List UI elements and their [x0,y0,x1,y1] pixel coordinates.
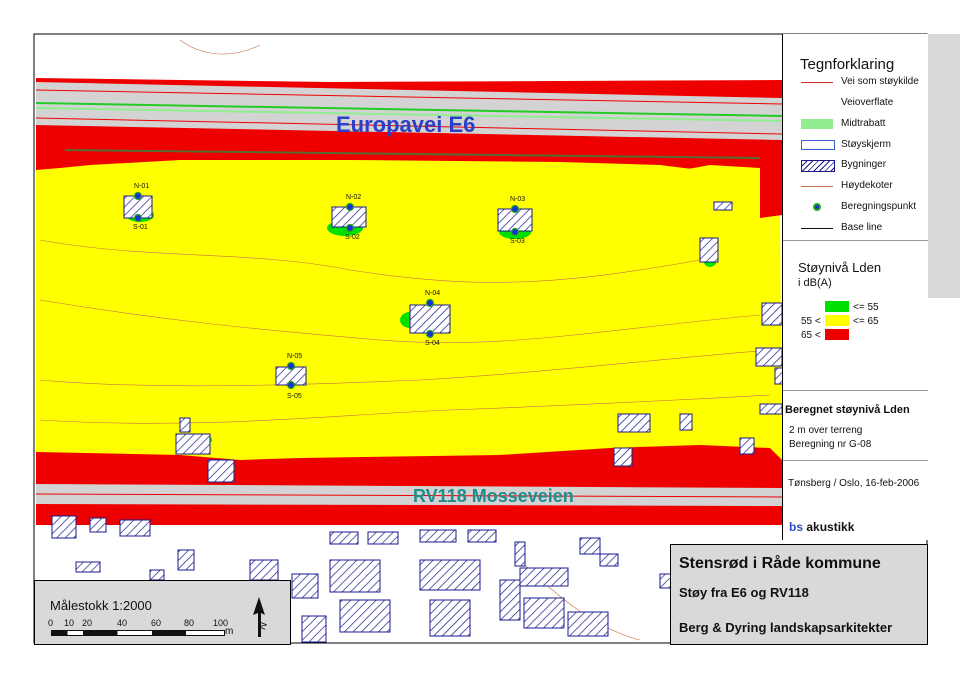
scale-unit: m [225,626,234,637]
calc-title: Beregnet støynivå Lden [785,404,910,416]
firm-logo: bs akustikk [789,520,855,534]
swatch-red [825,329,849,340]
legend-item: Bygninger [801,157,931,173]
legend-item: Midtrabatt [801,116,931,132]
point-label: N-02 [346,194,362,201]
north-arrow-icon: N [253,597,270,637]
scale-tick: 60 [151,618,162,628]
point-label: S-01 [133,224,148,231]
point-label: S-04 [425,340,440,347]
title-box: Stensrød i Råde kommune Støy fra E6 og R… [670,544,928,645]
class-label: <= 55 [853,302,879,313]
place-date: Tønsberg / Oslo, 16-feb-2006 [788,478,920,489]
point-label: S-02 [345,234,360,241]
divider [783,390,928,391]
legend-panel: Tegnforklaring Vei som støykilde Veiover… [782,34,928,540]
rv118-road-label: RV118 Mosseveien [413,486,574,506]
scale-tick: 80 [184,618,195,628]
legend-item: Støyskjerm [801,137,931,153]
legend-item: Vei som støykilde [801,74,931,90]
scale-title: Målestokk 1:2000 [50,598,152,613]
divider [783,460,928,461]
blue-outline-icon [801,140,835,150]
legend-item: Høydekoter [801,178,931,194]
project-subtitle: Støy fra E6 og RV118 [679,585,809,600]
e6-road-label: Europavei E6 [336,112,476,137]
project-title: Stensrød i Råde kommune [679,555,881,572]
scale-tick: 10 [64,618,75,628]
black-line-icon [801,228,833,229]
noise-legend-unit: i dB(A) [798,277,832,289]
calc-number: Beregning nr G-08 [789,439,872,450]
class-label: 65 < [801,330,821,341]
blue-dot-icon [813,203,821,211]
legend-item: Beregningspunkt [801,199,931,215]
green-bar-icon [801,119,833,129]
swatch-yellow [825,315,849,326]
scale-tick: 20 [82,618,93,628]
point-label: S-03 [510,238,525,245]
legend-item: Veioverflate [841,97,894,108]
class-label: 55 < [801,316,821,327]
scale-tick: 40 [117,618,128,628]
noise-legend-title: Støynivå Lden [798,260,882,275]
legend-title: Tegnforklaring [800,56,895,73]
scale-tick: 0 [48,618,54,628]
project-firm: Berg & Dyring landskapsarkitekter [679,620,893,635]
calc-height: 2 m over terreng [789,425,863,436]
point-label: N-03 [510,196,526,203]
divider [783,240,928,241]
red-line-icon [801,82,833,83]
point-label: N-04 [425,290,441,297]
legend-item: Base line [801,220,931,236]
class-label: <= 65 [853,316,879,327]
orange-line-icon [801,186,833,187]
point-label: N-01 [134,183,150,190]
swatch-green [825,301,849,312]
point-label: N-05 [287,353,303,360]
point-label: S-05 [287,393,302,400]
grey-side-strip [927,34,960,298]
scale-bar [51,630,225,636]
hatched-box-icon [801,160,835,172]
